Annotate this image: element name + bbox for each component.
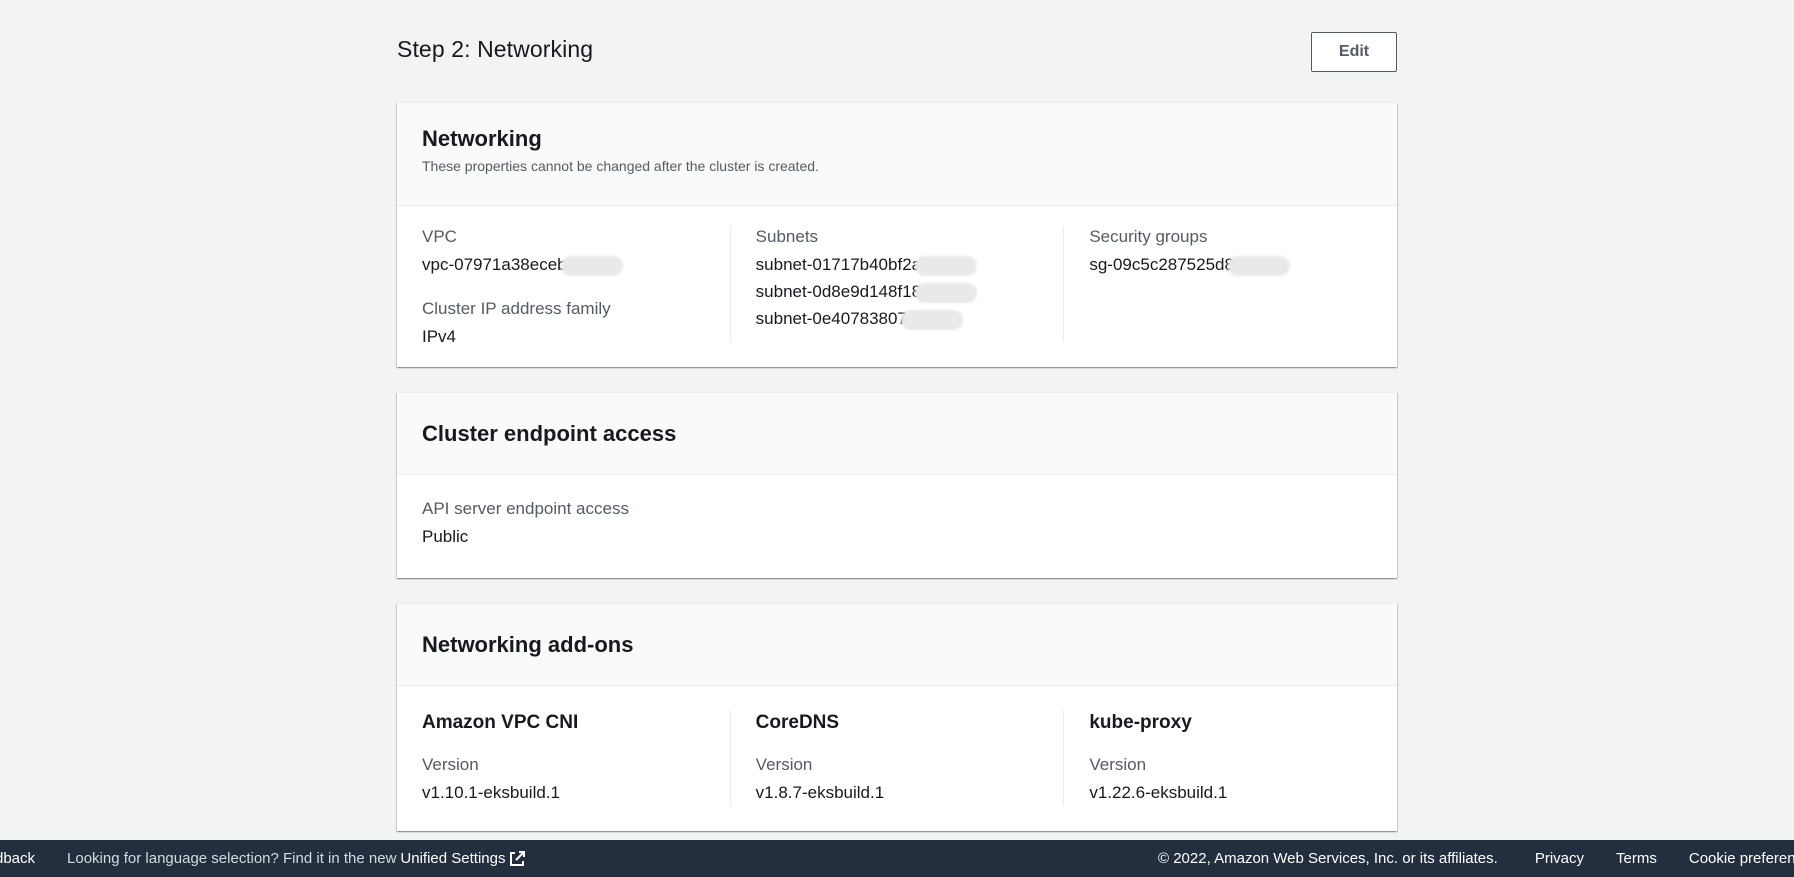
addon-version-value: v1.8.7-eksbuild.1	[755, 783, 885, 802]
networking-panel-header: Networking These properties cannot be ch…	[397, 103, 1397, 206]
addon-version-label: Version	[755, 755, 813, 774]
security-groups-value: sg-09c5c287525d8	[1089, 251, 1372, 278]
addon-name: Amazon VPC CNI	[422, 712, 579, 733]
redacted-mask	[900, 309, 963, 330]
ip-family-field: Cluster IP address family IPv4	[422, 298, 705, 350]
addon-version-label: Version	[1089, 755, 1147, 774]
terms-link[interactable]: Terms	[1616, 850, 1657, 867]
endpoint-body: API server endpoint access Public	[397, 475, 1397, 578]
networking-col-security-groups: Security groups sg-09c5c287525d8	[1063, 226, 1397, 342]
endpoint-panel-title: Cluster endpoint access	[422, 420, 677, 446]
networking-panel: Networking These properties cannot be ch…	[397, 102, 1397, 367]
language-notice-text: Looking for language selection? Find it …	[67, 850, 397, 867]
page: Step 2: Networking Edit Networking These…	[0, 0, 1794, 877]
networking-panel-title: Networking	[422, 126, 542, 151]
vpc-id-text: vpc-07971a38eceb	[422, 255, 567, 274]
vpc-field: VPC vpc-07971a38eceb	[422, 226, 705, 278]
external-link-icon	[510, 851, 526, 867]
page-title: Step 2: Networking	[397, 36, 594, 62]
unified-settings-label[interactable]: Unified Settings	[400, 850, 505, 867]
addons-columns: Amazon VPC CNI Version v1.10.1-eksbuild.…	[397, 686, 1397, 831]
endpoint-panel-header: Cluster endpoint access	[397, 393, 1397, 475]
main-content: Step 2: Networking Edit Networking These…	[397, 0, 1397, 856]
redacted-mask	[915, 255, 978, 276]
redacted-mask	[560, 255, 623, 276]
subnet-item: subnet-0e40783807	[756, 305, 1039, 332]
addon-kube-proxy: kube-proxy Version v1.22.6-eksbuild.1	[1063, 710, 1397, 806]
addon-coredns: CoreDNS Version v1.8.7-eksbuild.1	[729, 710, 1064, 806]
ip-family-label: Cluster IP address family	[422, 299, 611, 318]
addons-panel-header: Networking add-ons	[397, 604, 1397, 686]
vpc-label: VPC	[422, 227, 457, 246]
edit-button[interactable]: Edit	[1311, 32, 1397, 72]
subnet-item: subnet-01717b40bf2a	[756, 251, 1039, 278]
footer-right: © 2022, Amazon Web Services, Inc. or its…	[1158, 840, 1794, 877]
addon-vpc-cni: Amazon VPC CNI Version v1.10.1-eksbuild.…	[397, 710, 730, 806]
ip-family-value: IPv4	[422, 327, 457, 346]
addon-name: CoreDNS	[755, 712, 840, 733]
addon-version-label: Version	[422, 755, 479, 774]
privacy-link[interactable]: Privacy	[1535, 850, 1584, 867]
redacted-mask	[915, 282, 978, 303]
api-endpoint-value: Public	[422, 527, 469, 546]
step-header: Step 2: Networking Edit	[397, 0, 1397, 102]
subnet-id: subnet-0e40783807	[755, 309, 907, 328]
console-footer: dback Looking for language selection? Fi…	[0, 840, 1794, 877]
networking-col-subnets: Subnets subnet-01717b40bf2a subnet-0d8e9…	[729, 226, 1064, 342]
networking-col-vpc: VPC vpc-07971a38eceb Cluster IP address …	[397, 226, 730, 346]
networking-columns: VPC vpc-07971a38eceb Cluster IP address …	[397, 206, 1397, 367]
addon-version-value: v1.10.1-eksbuild.1	[422, 783, 560, 802]
networking-panel-description: These properties cannot be changed after…	[422, 158, 819, 174]
endpoint-panel: Cluster endpoint access API server endpo…	[397, 392, 1397, 578]
addon-version-value: v1.22.6-eksbuild.1	[1089, 783, 1228, 802]
copyright-text: © 2022, Amazon Web Services, Inc. or its…	[1158, 850, 1498, 867]
subnets-label: Subnets	[755, 227, 819, 246]
footer-left: dback Looking for language selection? Fi…	[0, 840, 526, 877]
subnet-id: subnet-01717b40bf2a	[755, 255, 922, 274]
security-groups-label: Security groups	[1089, 227, 1208, 246]
unified-settings-link[interactable]: Unified Settings	[400, 850, 526, 867]
addons-panel: Networking add-ons Amazon VPC CNI Versio…	[397, 603, 1397, 831]
subnet-id: subnet-0d8e9d148f18	[755, 282, 922, 301]
cookie-preferences-link[interactable]: Cookie preferen	[1689, 850, 1794, 867]
feedback-link[interactable]: dback	[0, 850, 35, 867]
security-group-id: sg-09c5c287525d8	[1089, 255, 1234, 274]
vpc-value: vpc-07971a38eceb	[422, 251, 705, 278]
addons-panel-title: Networking add-ons	[422, 631, 634, 657]
subnet-item: subnet-0d8e9d148f18	[756, 278, 1039, 305]
addon-name: kube-proxy	[1089, 712, 1192, 733]
subnets-list: subnet-01717b40bf2a subnet-0d8e9d148f18 …	[756, 251, 1039, 332]
redacted-mask	[1227, 255, 1290, 276]
api-endpoint-label: API server endpoint access	[422, 499, 629, 518]
